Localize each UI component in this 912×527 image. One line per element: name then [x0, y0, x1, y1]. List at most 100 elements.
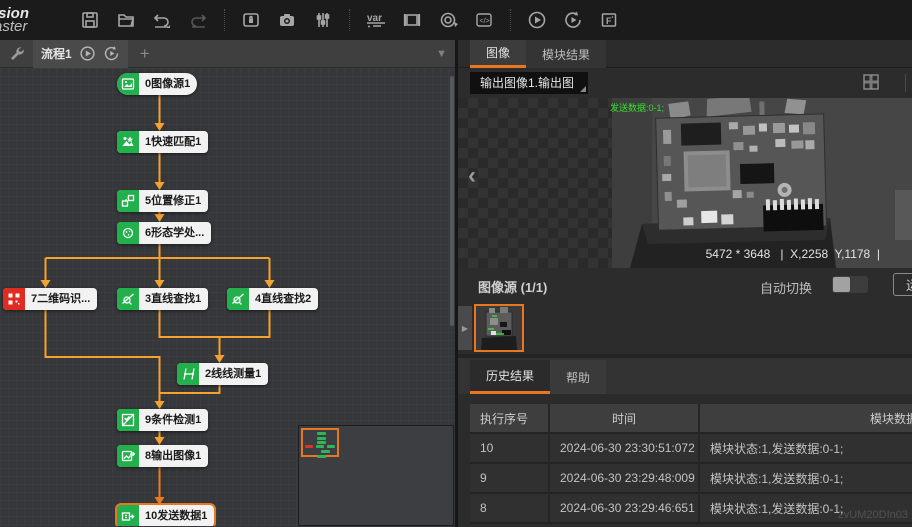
- open-folder-icon: [116, 10, 136, 30]
- image-thumbnail[interactable]: [474, 304, 524, 352]
- camera-icon: [277, 10, 297, 30]
- app-logo: ision aster: [0, 7, 72, 33]
- split-view-icon: [862, 73, 880, 91]
- image-source-icon: [117, 73, 139, 95]
- save-icon: [80, 10, 100, 30]
- output-image-icon: [117, 445, 139, 467]
- image-viewer[interactable]: 发送数据:0-1; ‹ 5472 * 3648 | X,2258 Y,1178 …: [458, 98, 912, 268]
- node-label: 5位置修正1: [139, 190, 208, 212]
- node-label: 1快速匹配1: [139, 131, 208, 153]
- node-label: 9条件检测1: [139, 409, 208, 431]
- variables-button[interactable]: var: [360, 5, 392, 35]
- logo-line2: aster: [0, 20, 72, 33]
- history-panel: 执行序号 时间 模块数据 10 2024-06-30 23:30:51:072 …: [458, 394, 912, 523]
- header-time: 时间: [550, 404, 700, 432]
- node-label: 4直线查找2: [249, 288, 318, 310]
- io-module-icon: [402, 10, 422, 30]
- line-measure-icon: [177, 363, 199, 385]
- image-layout-button[interactable]: [862, 73, 880, 96]
- open-button[interactable]: [110, 5, 142, 35]
- cell-time: 2024-06-30 23:30:51:072: [550, 434, 700, 462]
- loop-play-icon: [563, 10, 583, 30]
- cursor-position: | X,2258 Y,1178 |: [780, 247, 880, 261]
- line-find-icon: [227, 288, 249, 310]
- history-tab-bar: 历史结果 帮助: [458, 356, 912, 394]
- node-line-find-1[interactable]: 3直线查找1: [117, 288, 208, 310]
- app-window: ision aster var: [0, 0, 912, 527]
- node-condition-check[interactable]: 9条件检测1: [117, 409, 208, 431]
- lock-screen-icon: [241, 10, 261, 30]
- flow-run-continuous-button[interactable]: [103, 45, 120, 62]
- cell-data: 模块状态:1,发送数据:0-1;: [700, 434, 912, 462]
- flow-settings-button[interactable]: [8, 45, 26, 63]
- script-window-button[interactable]: </>: [468, 5, 500, 35]
- variables-icon: var: [365, 10, 387, 30]
- image-toolbar: 输出图像1.输出图: [458, 68, 912, 98]
- node-line-find-2[interactable]: 4直线查找2: [227, 288, 318, 310]
- header-seq: 执行序号: [470, 404, 550, 432]
- run-continuous-button[interactable]: [557, 5, 589, 35]
- camera-button[interactable]: [271, 5, 303, 35]
- cell-seq: 8: [470, 494, 550, 522]
- auto-switch-label: 自动切换: [760, 278, 812, 297]
- canvas-scrollbar[interactable]: [450, 76, 454, 326]
- run-button[interactable]: 运行: [893, 273, 912, 296]
- toolbar-divider: [349, 9, 350, 31]
- image-source-counter: 图像源 (1/1): [478, 277, 547, 296]
- node-qr-code[interactable]: 7二维码识...: [3, 288, 97, 310]
- thumbnail-expander[interactable]: ▶: [458, 306, 472, 350]
- tab-image[interactable]: 图像: [470, 40, 526, 68]
- io-module-button[interactable]: [396, 5, 428, 35]
- save-button[interactable]: [74, 5, 106, 35]
- fast-match-icon: [117, 131, 139, 153]
- node-output-image[interactable]: 8输出图像1: [117, 445, 208, 467]
- module-settings-button[interactable]: [307, 5, 339, 35]
- node-label: 2线线测量1: [199, 363, 268, 385]
- code-window-icon: </>: [474, 10, 494, 30]
- image-source-select[interactable]: 输出图像1.输出图: [470, 72, 588, 94]
- node-label: 8输出图像1: [139, 445, 208, 467]
- cell-data: 模块状态:1,发送数据:0-1;: [700, 464, 912, 492]
- prev-image-arrow[interactable]: ‹: [468, 164, 476, 188]
- minimap-viewport[interactable]: [301, 428, 339, 457]
- table-row[interactable]: 9 2024-06-30 23:29:48:009 模块状态:1,发送数据:0-…: [470, 464, 912, 494]
- tab-help[interactable]: 帮助: [550, 360, 606, 394]
- table-row[interactable]: 10 2024-06-30 23:30:51:072 模块状态:1,发送数据:0…: [470, 434, 912, 464]
- image-resolution: 5472 * 3648: [706, 247, 771, 261]
- flow-run-once-button[interactable]: [79, 45, 96, 62]
- node-fast-match[interactable]: 1快速匹配1: [117, 131, 208, 153]
- svg-text:F: F: [606, 16, 612, 26]
- run-once-button[interactable]: [521, 5, 553, 35]
- toolbar-divider: [905, 74, 906, 92]
- tab-flow1[interactable]: 流程1: [33, 40, 128, 68]
- flow-panel: 流程1 + ▼: [0, 40, 455, 527]
- node-position-fix[interactable]: 5位置修正1: [117, 190, 208, 212]
- chevron-down-icon[interactable]: ▼: [436, 48, 447, 60]
- result-tab-bar: 图像 模块结果: [458, 40, 912, 68]
- redo-button[interactable]: [182, 5, 214, 35]
- flow-minimap[interactable]: [298, 425, 454, 526]
- flow-canvas[interactable]: 0图像源1 1快速匹配1 5位置修正1 6形态学处... 7二维码识...: [0, 68, 455, 526]
- header-module-data: 模块数据: [700, 404, 912, 432]
- format-window-button[interactable]: F: [593, 5, 625, 35]
- node-morphology[interactable]: 6形态学处...: [117, 222, 211, 244]
- node-image-source[interactable]: 0图像源1: [117, 73, 197, 95]
- auto-switch-toggle[interactable]: [832, 276, 868, 293]
- position-fix-icon: [117, 190, 139, 212]
- loop-circle-icon: [103, 45, 120, 62]
- node-label: 0图像源1: [139, 73, 197, 95]
- node-line-measure[interactable]: 2线线测量1: [177, 363, 268, 385]
- lock-screen-button[interactable]: [235, 5, 267, 35]
- tab-history-result[interactable]: 历史结果: [470, 360, 550, 394]
- result-annotation: 发送数据:0-1;: [610, 101, 664, 114]
- global-trigger-icon: [438, 10, 458, 30]
- global-trigger-button[interactable]: [432, 5, 464, 35]
- undo-button[interactable]: [146, 5, 178, 35]
- svg-text:</>: </>: [480, 18, 490, 25]
- add-flow-button[interactable]: +: [140, 44, 150, 64]
- node-send-data[interactable]: 10发送数据1: [117, 505, 214, 526]
- node-label: 10发送数据1: [139, 505, 214, 526]
- node-label: 3直线查找1: [139, 288, 208, 310]
- play-circle-icon: [79, 45, 96, 62]
- tab-module-result[interactable]: 模块结果: [526, 40, 606, 68]
